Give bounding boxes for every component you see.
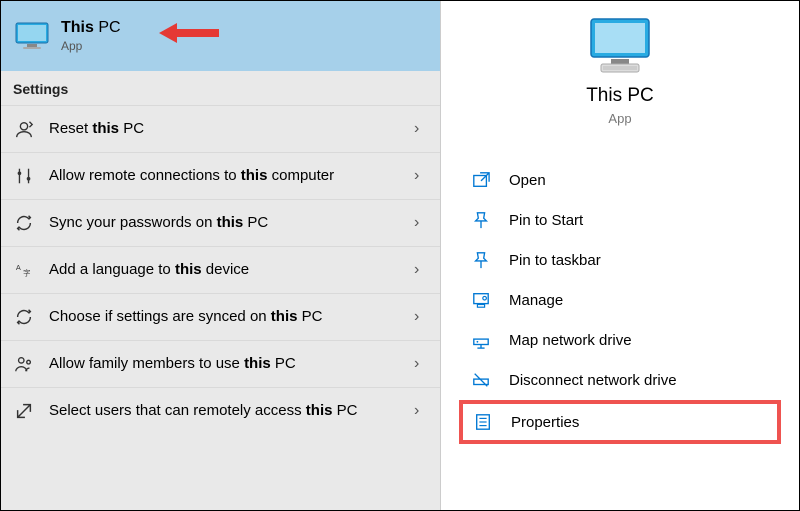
red-arrow-annotation: [159, 23, 219, 43]
setting-sync-passwords[interactable]: Sync your passwords on this PC ›: [1, 199, 440, 246]
action-label: Pin to Start: [509, 212, 583, 229]
action-properties[interactable]: Properties: [459, 400, 781, 444]
setting-family-members[interactable]: Allow family members to use this PC ›: [1, 340, 440, 387]
action-label: Pin to taskbar: [509, 252, 601, 269]
action-map-drive[interactable]: Map network drive: [465, 320, 775, 360]
chevron-right-icon: ›: [414, 261, 428, 279]
language-icon: A字: [13, 259, 35, 281]
sync-icon: [13, 212, 35, 234]
reset-icon: [13, 118, 35, 140]
details-subtitle: App: [586, 111, 654, 126]
action-pin-start[interactable]: Pin to Start: [465, 200, 775, 240]
sync-icon: [13, 306, 35, 328]
properties-icon: [473, 412, 493, 432]
setting-label: Sync your passwords on this PC: [49, 213, 414, 233]
this-pc-large-icon: [587, 17, 653, 75]
pin-icon: [471, 210, 491, 230]
svg-text:A: A: [16, 263, 21, 272]
setting-reset-pc[interactable]: Reset this PC ›: [1, 105, 440, 152]
best-match-this-pc[interactable]: This PC App: [1, 1, 440, 71]
details-header: This PC App: [586, 17, 654, 126]
action-label: Manage: [509, 292, 563, 309]
chevron-right-icon: ›: [414, 308, 428, 326]
search-results-pane: This PC App Settings Reset this PC › All…: [1, 1, 441, 510]
family-icon: [13, 353, 35, 375]
network-drive-icon: [471, 330, 491, 350]
action-pin-taskbar[interactable]: Pin to taskbar: [465, 240, 775, 280]
setting-remote-connections[interactable]: Allow remote connections to this compute…: [1, 152, 440, 199]
action-label: Properties: [511, 414, 579, 431]
remote-access-icon: [13, 400, 35, 422]
manage-icon: [471, 290, 491, 310]
action-manage[interactable]: Manage: [465, 280, 775, 320]
setting-label: Allow remote connections to this compute…: [49, 166, 414, 186]
best-match-title: This PC: [61, 19, 121, 37]
settings-header: Settings: [1, 71, 440, 105]
setting-label: Reset this PC: [49, 119, 414, 139]
setting-label: Add a language to this device: [49, 260, 414, 280]
chevron-right-icon: ›: [414, 402, 428, 420]
details-pane: This PC App Open Pin to Start Pin to tas…: [441, 1, 799, 510]
pin-icon: [471, 250, 491, 270]
open-icon: [471, 170, 491, 190]
action-disconnect-drive[interactable]: Disconnect network drive: [465, 360, 775, 400]
setting-label: Select users that can remotely access th…: [49, 401, 414, 421]
svg-text:字: 字: [23, 269, 30, 278]
chevron-right-icon: ›: [414, 167, 428, 185]
this-pc-icon: [15, 22, 49, 50]
action-label: Map network drive: [509, 332, 632, 349]
action-label: Disconnect network drive: [509, 372, 677, 389]
action-label: Open: [509, 172, 546, 189]
chevron-right-icon: ›: [414, 120, 428, 138]
setting-label: Choose if settings are synced on this PC: [49, 307, 414, 327]
disconnect-drive-icon: [471, 370, 491, 390]
setting-add-language[interactable]: A字 Add a language to this device ›: [1, 246, 440, 293]
actions-list: Open Pin to Start Pin to taskbar Manage: [441, 160, 799, 444]
action-open[interactable]: Open: [465, 160, 775, 200]
setting-remote-users[interactable]: Select users that can remotely access th…: [1, 387, 440, 434]
details-title: This PC: [586, 85, 654, 107]
chevron-right-icon: ›: [414, 355, 428, 373]
setting-label: Allow family members to use this PC: [49, 354, 414, 374]
chevron-right-icon: ›: [414, 214, 428, 232]
sliders-icon: [13, 165, 35, 187]
setting-sync-settings[interactable]: Choose if settings are synced on this PC…: [1, 293, 440, 340]
best-match-subtitle: App: [61, 39, 121, 53]
